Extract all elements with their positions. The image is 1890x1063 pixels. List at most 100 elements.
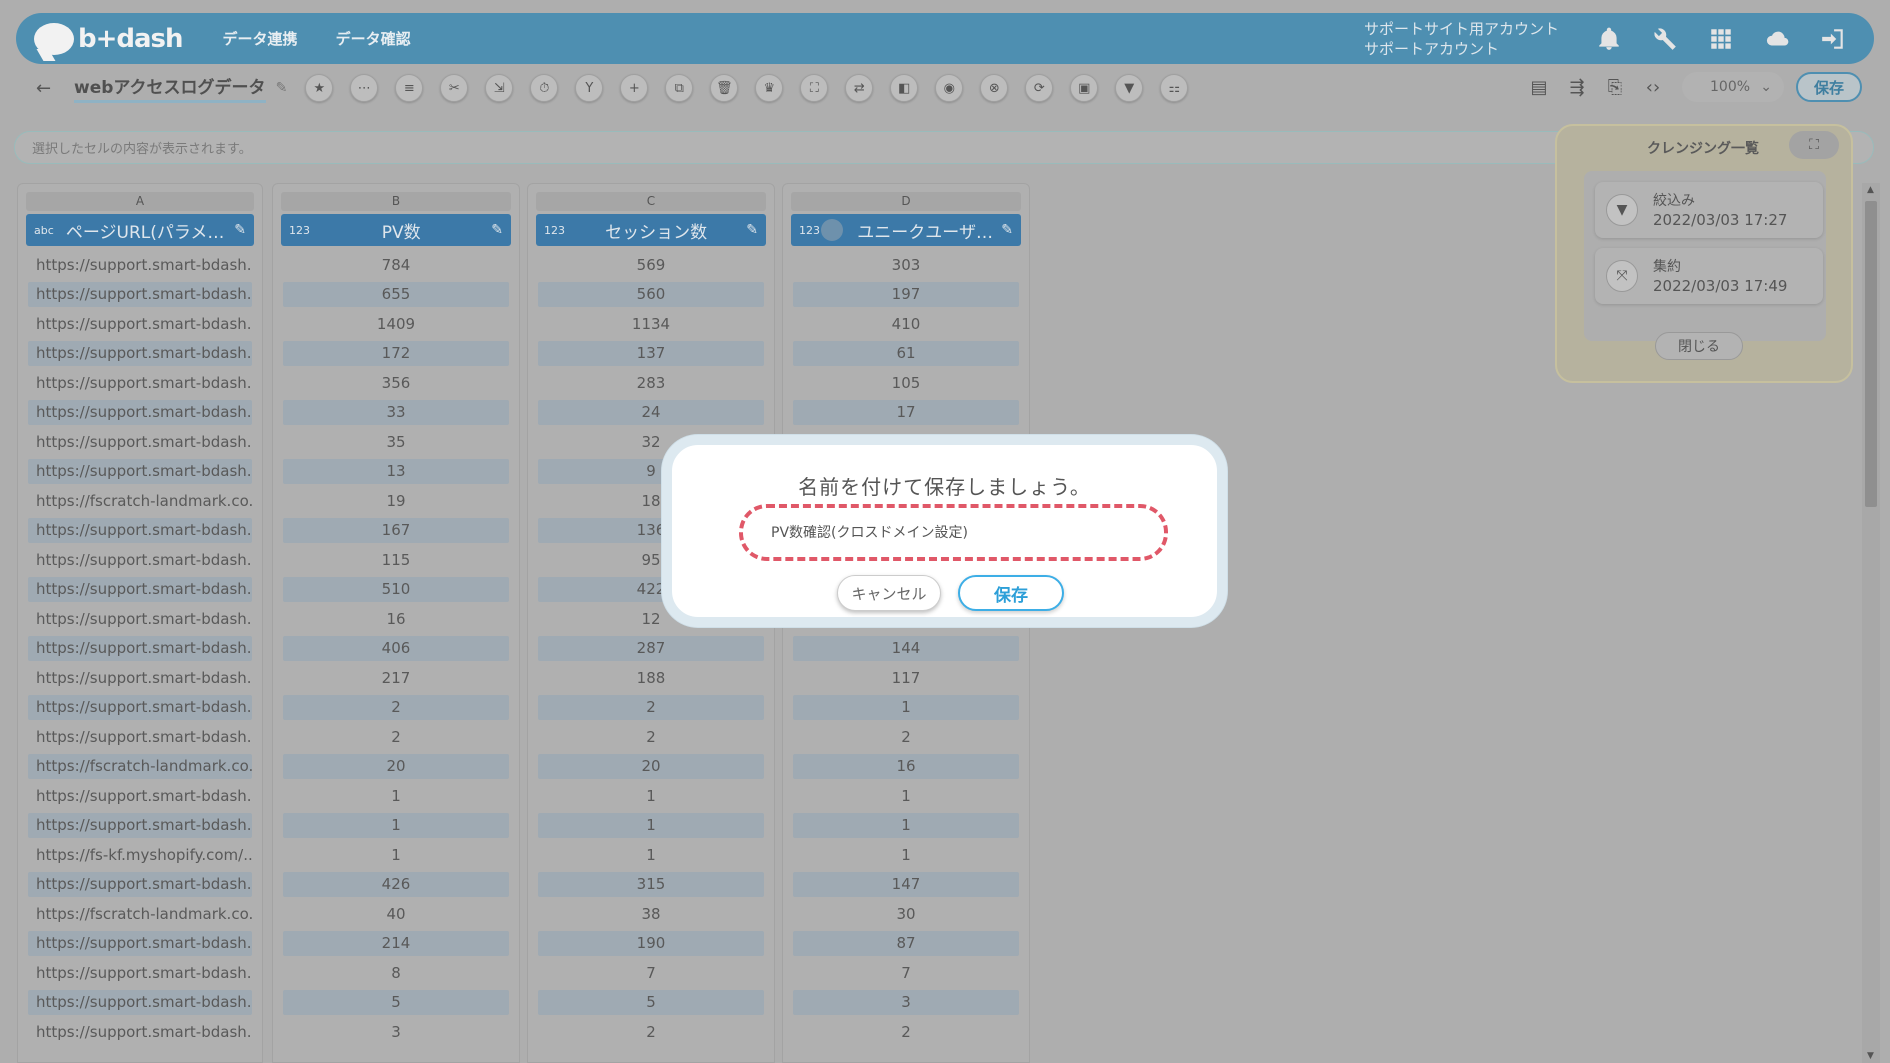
table-cell[interactable]: https://support.smart-bdash... xyxy=(28,547,252,573)
table-cell[interactable]: https://support.smart-bdash... xyxy=(28,311,252,337)
table-cell[interactable]: https://support.smart-bdash... xyxy=(28,1019,252,1045)
table-cell[interactable]: https://support.smart-bdash... xyxy=(28,429,252,455)
account-info[interactable]: サポートサイト用アカウント サポートアカウント xyxy=(1364,19,1559,59)
nav-data-check[interactable]: データ確認 xyxy=(336,28,411,49)
table-cell[interactable]: https://support.smart-bdash... xyxy=(28,635,252,661)
table-cell[interactable]: 1 xyxy=(793,783,1019,809)
table-cell[interactable]: 655 xyxy=(283,281,509,307)
share-icon[interactable]: ⇶ xyxy=(1564,74,1590,100)
table-cell[interactable]: 2 xyxy=(538,724,764,750)
cloud-icon[interactable] xyxy=(1762,24,1792,54)
table-cell[interactable]: 1409 xyxy=(283,311,509,337)
tool-cut-icon[interactable]: ✂ xyxy=(440,74,469,102)
tool-branch-icon[interactable]: Y xyxy=(575,74,604,102)
dialog-save-button[interactable]: 保存 xyxy=(958,575,1064,611)
vertical-scrollbar[interactable]: ▲ ▼ xyxy=(1862,183,1880,1063)
column-letter-a[interactable]: A xyxy=(26,192,254,211)
table-cell[interactable]: 1 xyxy=(538,812,764,838)
table-cell[interactable]: https://support.smart-bdash... xyxy=(28,370,252,396)
table-cell[interactable]: https://support.smart-bdash... xyxy=(28,517,252,543)
table-cell[interactable]: 8 xyxy=(283,960,509,986)
edit-title-pencil-icon[interactable]: ✎ xyxy=(276,80,288,96)
table-cell[interactable]: 167 xyxy=(283,517,509,543)
tool-split-icon[interactable]: ◧ xyxy=(890,74,919,102)
table-cell[interactable]: 356 xyxy=(283,370,509,396)
tool-swap-icon[interactable]: ⇄ xyxy=(845,74,874,102)
table-cell[interactable]: 315 xyxy=(538,871,764,897)
table-cell[interactable]: 510 xyxy=(283,576,509,602)
table-cell[interactable]: 190 xyxy=(538,930,764,956)
name-input[interactable] xyxy=(771,524,1141,540)
scroll-thumb[interactable] xyxy=(1865,201,1877,507)
table-cell[interactable]: 172 xyxy=(283,340,509,366)
tool-box-icon[interactable]: ▣ xyxy=(1070,74,1099,102)
column-header-d[interactable]: 123 ユニークユーザ… ✎ xyxy=(791,214,1021,246)
scroll-down-icon[interactable]: ▼ xyxy=(1867,1051,1874,1061)
table-cell[interactable]: 137 xyxy=(538,340,764,366)
table-cell[interactable]: 560 xyxy=(538,281,764,307)
table-cell[interactable]: 1 xyxy=(793,842,1019,868)
table-cell[interactable]: https://support.smart-bdash... xyxy=(28,930,252,956)
table-cell[interactable]: https://support.smart-bdash... xyxy=(28,252,252,278)
table-cell[interactable]: https://support.smart-bdash... xyxy=(28,281,252,307)
table-cell[interactable]: 7 xyxy=(538,960,764,986)
edit-pencil-icon[interactable]: ✎ xyxy=(234,222,246,238)
table-cell[interactable]: https://support.smart-bdash... xyxy=(28,694,252,720)
tool-bag-icon[interactable]: ◉ xyxy=(935,74,964,102)
tool-filter-icon[interactable]: ▼ xyxy=(1115,74,1144,102)
table-cell[interactable]: https://support.smart-bdash... xyxy=(28,458,252,484)
table-cell[interactable]: https://support.smart-bdash... xyxy=(28,871,252,897)
table-cell[interactable]: 38 xyxy=(538,901,764,927)
table-cell[interactable]: 1 xyxy=(283,812,509,838)
column-header-a[interactable]: abc ページURL(パラメ… ✎ xyxy=(26,214,254,246)
table-cell[interactable]: 2 xyxy=(538,1019,764,1045)
table-cell[interactable]: https://support.smart-bdash... xyxy=(28,606,252,632)
table-cell[interactable]: 2 xyxy=(793,724,1019,750)
table-cell[interactable]: 406 xyxy=(283,635,509,661)
table-cell[interactable]: 426 xyxy=(283,871,509,897)
table-cell[interactable]: 35 xyxy=(283,429,509,455)
table-cell[interactable]: 303 xyxy=(793,252,1019,278)
table-cell[interactable]: 30 xyxy=(793,901,1019,927)
edit-pencil-icon[interactable]: ✎ xyxy=(491,222,503,238)
cleansing-item-aggregate[interactable]: ⤧ 集約 2022/03/03 17:49 xyxy=(1595,248,1823,304)
column-letter-b[interactable]: B xyxy=(281,192,511,211)
tool-collapse-icon[interactable]: ⇲ xyxy=(485,74,514,102)
expand-icon[interactable]: ⛶ xyxy=(1789,131,1839,159)
table-cell[interactable]: 87 xyxy=(793,930,1019,956)
table-cell[interactable]: https://support.smart-bdash... xyxy=(28,989,252,1015)
table-cell[interactable]: 147 xyxy=(793,871,1019,897)
table-cell[interactable]: 217 xyxy=(283,665,509,691)
table-cell[interactable]: 287 xyxy=(538,635,764,661)
table-cell[interactable]: 115 xyxy=(283,547,509,573)
column-letter-c[interactable]: C xyxy=(536,192,766,211)
tool-copy-icon[interactable]: ⧉ xyxy=(665,74,694,102)
tool-table-icon[interactable]: ⚏ xyxy=(1160,74,1189,102)
table-cell[interactable]: 3 xyxy=(793,989,1019,1015)
tool-favorite-icon[interactable]: ★ xyxy=(305,74,334,102)
table-cell[interactable]: https://fscratch-landmark.co... xyxy=(28,753,252,779)
table-cell[interactable]: 16 xyxy=(283,606,509,632)
table-cell[interactable]: 40 xyxy=(283,901,509,927)
edit-pencil-icon[interactable]: ✎ xyxy=(746,222,758,238)
tool-cancel-icon[interactable]: ⊗ xyxy=(980,74,1009,102)
table-cell[interactable]: 784 xyxy=(283,252,509,278)
table-cell[interactable]: 1 xyxy=(283,842,509,868)
table-cell[interactable]: 117 xyxy=(793,665,1019,691)
table-cell[interactable]: 144 xyxy=(793,635,1019,661)
table-cell[interactable]: 16 xyxy=(793,753,1019,779)
tool-crown-icon[interactable]: ♛ xyxy=(755,74,784,102)
logout-icon[interactable] xyxy=(1818,24,1848,54)
table-cell[interactable]: 283 xyxy=(538,370,764,396)
table-cell[interactable]: 1 xyxy=(283,783,509,809)
table-cell[interactable]: 214 xyxy=(283,930,509,956)
close-button[interactable]: 閉じる xyxy=(1655,332,1743,360)
table-cell[interactable]: 2 xyxy=(283,694,509,720)
export-icon[interactable]: ⎘ xyxy=(1602,74,1628,100)
tool-refresh-icon[interactable]: ⟳ xyxy=(1025,74,1054,102)
table-cell[interactable]: 5 xyxy=(283,989,509,1015)
sheet-title[interactable]: webアクセスログデータ xyxy=(74,73,266,103)
table-cell[interactable]: 7 xyxy=(793,960,1019,986)
column-letter-d[interactable]: D xyxy=(791,192,1021,211)
table-cell[interactable]: 1 xyxy=(793,694,1019,720)
